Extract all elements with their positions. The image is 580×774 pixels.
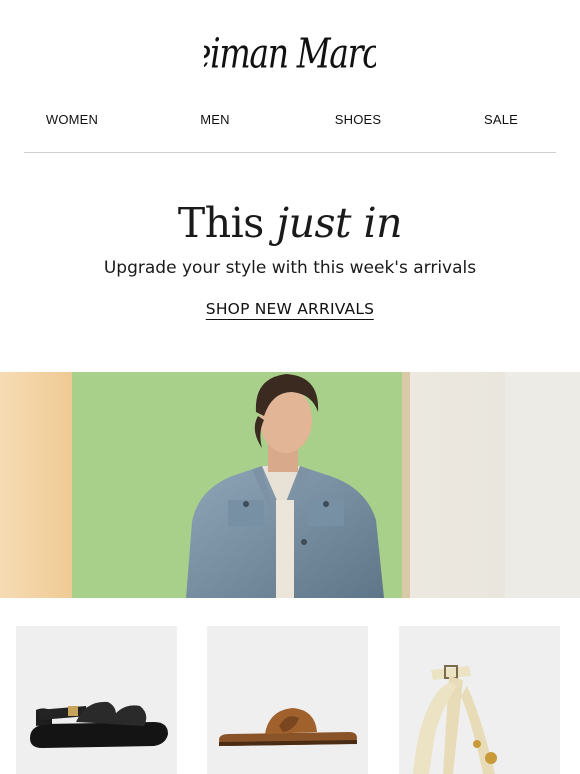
black-sandal-image — [16, 626, 177, 774]
brown-slide-sandal-image — [207, 626, 368, 774]
product-card[interactable] — [399, 626, 560, 774]
product-card[interactable] — [207, 626, 368, 774]
main-nav: WOMEN MEN SHOES SALE — [0, 112, 580, 138]
brand-logo[interactable]: Neiman Marcus — [0, 18, 580, 94]
man-in-denim-jacket-photo — [0, 372, 580, 598]
hero-title: This just in — [0, 198, 580, 248]
neiman-marcus-logo-icon: Neiman Marcus — [204, 29, 376, 78]
nav-sale[interactable]: SALE — [484, 112, 518, 127]
nav-men[interactable]: MEN — [200, 112, 230, 127]
hero-subtitle: Upgrade your style with this week's arri… — [103, 258, 477, 278]
cream-heeled-sandal-image — [399, 626, 560, 774]
nav-divider — [24, 152, 556, 153]
hero-image[interactable] — [0, 372, 580, 598]
product-card[interactable] — [16, 626, 177, 774]
shop-new-arrivals-link[interactable]: SHOP NEW ARRIVALS — [205, 300, 375, 320]
product-grid — [0, 626, 580, 774]
nav-shoes[interactable]: SHOES — [335, 112, 382, 127]
brand-logo-text: Neiman Marcus — [204, 29, 376, 78]
nav-women[interactable]: WOMEN — [46, 112, 98, 127]
hero-title-regular: This — [177, 199, 264, 247]
hero-title-italic: just in — [276, 199, 403, 247]
